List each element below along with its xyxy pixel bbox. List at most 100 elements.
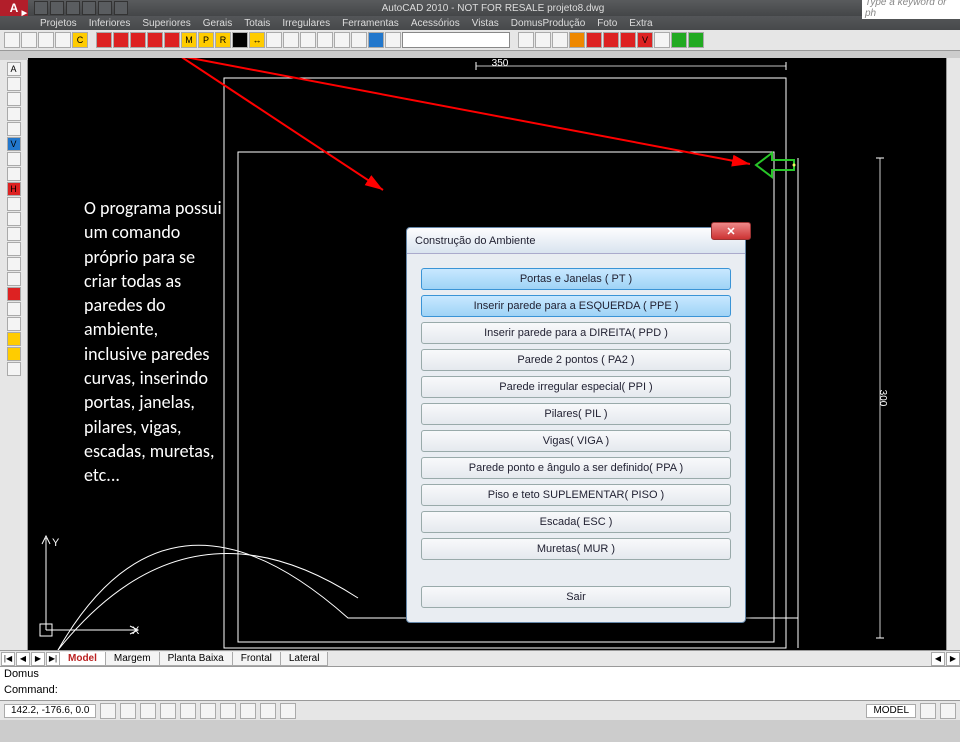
tool-window-icon[interactable] [283, 32, 299, 48]
status-osnap-icon[interactable] [180, 703, 196, 719]
btn-parede-esquerda[interactable]: Inserir parede para a ESQUERDA ( PPE ) [421, 295, 731, 317]
btn-sair[interactable]: Sair [421, 586, 731, 608]
menu-superiores[interactable]: Superiores [142, 18, 190, 29]
qat-redo-icon[interactable] [114, 1, 128, 15]
lt-copy-icon[interactable] [7, 302, 21, 316]
menu-projetos[interactable]: Projetos [40, 18, 77, 29]
tabnav-prev-icon[interactable]: ◀ [16, 652, 30, 666]
tool-zoom-extents-icon[interactable] [518, 32, 534, 48]
tool-c2-icon[interactable] [334, 32, 350, 48]
tool-flag3-icon[interactable] [130, 32, 146, 48]
lt-extend-icon[interactable] [7, 257, 21, 271]
tool-a-icon[interactable] [300, 32, 316, 48]
btn-parede-direita[interactable]: Inserir parede para a DIREITA( PPD ) [421, 322, 731, 344]
tool-green-icon[interactable] [671, 32, 687, 48]
status-otrack-icon[interactable] [200, 703, 216, 719]
btn-parede-angulo[interactable]: Parede ponto e ângulo a ser definido( PP… [421, 457, 731, 479]
status-qp-icon[interactable] [280, 703, 296, 719]
qat-print-icon[interactable] [82, 1, 96, 15]
tool-brick-icon[interactable] [164, 32, 180, 48]
search-input[interactable]: Type a keyword or ph [862, 0, 960, 19]
lt-move-icon[interactable] [7, 197, 21, 211]
tool-b-icon[interactable] [317, 32, 333, 48]
menu-totais[interactable]: Totais [244, 18, 270, 29]
btn-parede-irregular[interactable]: Parede irregular especial( PPI ) [421, 376, 731, 398]
lt-text-icon[interactable] [7, 362, 21, 376]
vertical-scrollbar[interactable] [946, 58, 960, 650]
tool-brazil-icon[interactable] [688, 32, 704, 48]
status-dyn-icon[interactable] [240, 703, 256, 719]
tab-frontal[interactable]: Frontal [232, 652, 281, 666]
tabnav-last-icon[interactable]: ▶| [46, 652, 60, 666]
btn-piso-teto[interactable]: Piso e teto SUPLEMENTAR( PISO ) [421, 484, 731, 506]
status-ducs-icon[interactable] [220, 703, 236, 719]
qat-save-icon[interactable] [66, 1, 80, 15]
dialog-titlebar[interactable]: Construção do Ambiente ✕ [407, 228, 745, 254]
app-logo[interactable]: A [0, 0, 28, 16]
status-polar-icon[interactable] [160, 703, 176, 719]
status-ortho-icon[interactable] [140, 703, 156, 719]
qat-undo-icon[interactable] [98, 1, 112, 15]
tab-margem[interactable]: Margem [105, 652, 160, 666]
tool-new-icon[interactable] [4, 32, 20, 48]
tab-model[interactable]: Model [59, 652, 106, 666]
tool-c-icon[interactable]: C [72, 32, 88, 48]
tool-arrows-icon[interactable]: ↔ [249, 32, 265, 48]
tool-r2-icon[interactable] [603, 32, 619, 48]
tool-flag2-icon[interactable] [113, 32, 129, 48]
status-grid-icon[interactable] [120, 703, 136, 719]
tab-scroll-right-icon[interactable]: ▶ [946, 652, 960, 666]
lt-v-icon[interactable]: V [7, 137, 21, 151]
status-extra2-icon[interactable] [940, 703, 956, 719]
tool-zoom-in-icon[interactable] [535, 32, 551, 48]
menu-extra[interactable]: Extra [629, 18, 652, 29]
lt-circle-icon[interactable] [7, 122, 21, 136]
tool-m-icon[interactable]: M [181, 32, 197, 48]
menu-vistas[interactable]: Vistas [472, 18, 499, 29]
btn-escada[interactable]: Escada( ESC ) [421, 511, 731, 533]
tool-dropdown[interactable] [402, 32, 510, 48]
lt-hatch-icon[interactable] [7, 167, 21, 181]
tool-v-icon[interactable]: V [637, 32, 653, 48]
status-snap-icon[interactable] [100, 703, 116, 719]
status-model-label[interactable]: MODEL [866, 704, 916, 718]
lt-line-icon[interactable] [7, 77, 21, 91]
lt-layer2-icon[interactable] [7, 347, 21, 361]
menu-domusproducao[interactable]: DomusProdução [511, 18, 585, 29]
btn-parede-2pontos[interactable]: Parede 2 pontos ( PA2 ) [421, 349, 731, 371]
menu-irregulares[interactable]: Irregulares [282, 18, 330, 29]
tab-lateral[interactable]: Lateral [280, 652, 329, 666]
lt-rect-icon[interactable] [7, 107, 21, 121]
menu-ferramentas[interactable]: Ferramentas [342, 18, 399, 29]
menu-gerais[interactable]: Gerais [203, 18, 232, 29]
lt-h-icon[interactable]: H [7, 182, 21, 196]
lt-a-icon[interactable]: A [7, 62, 21, 76]
lt-erase-icon[interactable] [7, 287, 21, 301]
tool-r1-icon[interactable] [586, 32, 602, 48]
tool-e-icon[interactable] [368, 32, 384, 48]
status-lwt-icon[interactable] [260, 703, 276, 719]
tab-planta-baixa[interactable]: Planta Baixa [159, 652, 233, 666]
btn-muretas[interactable]: Muretas( MUR ) [421, 538, 731, 560]
tool-zoom-out-icon[interactable] [552, 32, 568, 48]
tool-flag1-icon[interactable] [96, 32, 112, 48]
qat-new-icon[interactable] [34, 1, 48, 15]
command-line[interactable]: Domus Command: [0, 666, 960, 700]
qat-open-icon[interactable] [50, 1, 64, 15]
btn-portas-janelas[interactable]: Portas e Janelas ( PT ) [421, 268, 731, 290]
dialog-close-button[interactable]: ✕ [711, 222, 751, 240]
tool-grid-icon[interactable] [654, 32, 670, 48]
tool-lock-icon[interactable] [232, 32, 248, 48]
drawing-canvas[interactable]: 350 300 X Y O programa possui um comando [28, 58, 946, 650]
tabnav-first-icon[interactable]: |◀ [1, 652, 15, 666]
menu-foto[interactable]: Foto [597, 18, 617, 29]
lt-layer-icon[interactable] [7, 332, 21, 346]
tool-f-icon[interactable] [385, 32, 401, 48]
lt-arc-icon[interactable] [7, 152, 21, 166]
tool-print-icon[interactable] [55, 32, 71, 48]
tool-p-icon[interactable]: P [198, 32, 214, 48]
btn-pilares[interactable]: Pilares( PIL ) [421, 403, 731, 425]
lt-mirror-icon[interactable] [7, 317, 21, 331]
tool-save-icon[interactable] [38, 32, 54, 48]
lt-scale-icon[interactable] [7, 227, 21, 241]
